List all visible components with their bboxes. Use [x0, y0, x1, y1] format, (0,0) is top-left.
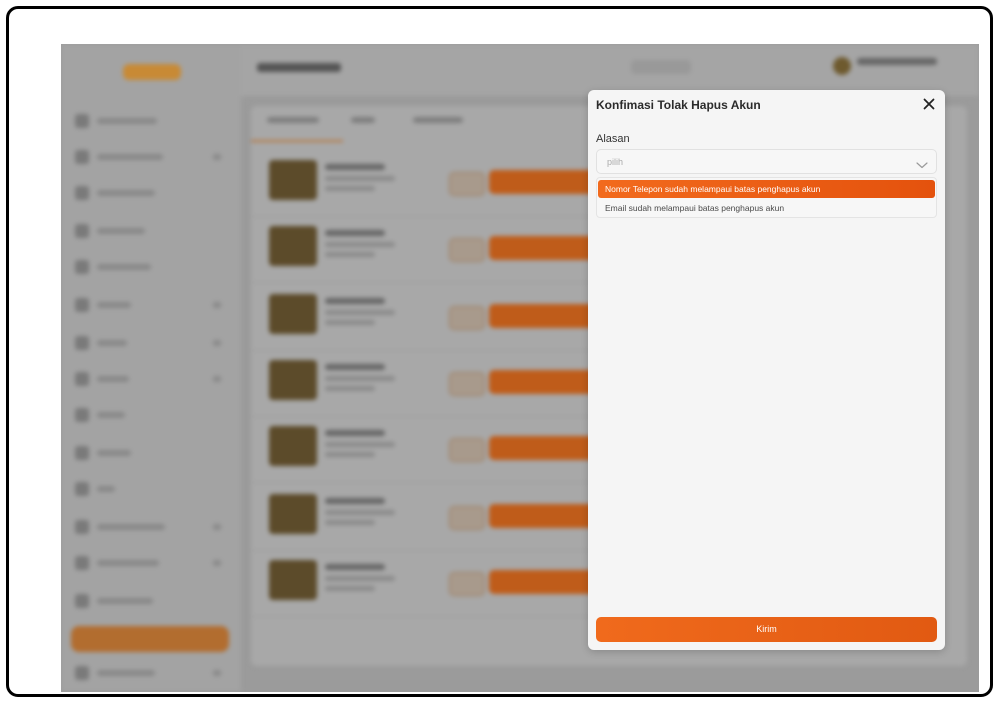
sidebar-item — [75, 556, 225, 570]
list-item — [251, 286, 601, 351]
top-header — [241, 44, 979, 96]
sidebar-item — [75, 114, 225, 128]
tab — [413, 117, 463, 123]
select-placeholder: pilih — [607, 157, 624, 167]
list-item — [251, 418, 601, 483]
user-name — [857, 58, 937, 65]
reason-select[interactable]: pilih — [596, 149, 937, 174]
reason-dropdown-menu: Nomor Telepon sudah melampaui batas peng… — [596, 177, 937, 218]
device-frame: Konfimasi Tolak Hapus Akun Alasan pilih … — [6, 6, 993, 697]
list-item — [251, 552, 601, 617]
logo — [123, 64, 181, 80]
tab-indicator — [251, 140, 343, 142]
submit-button[interactable]: Kirim — [596, 617, 937, 642]
sidebar-item — [75, 224, 225, 238]
sidebar-item — [75, 260, 225, 274]
chevron-down-icon — [916, 157, 928, 169]
list-item — [251, 352, 601, 417]
sidebar-item — [75, 336, 225, 350]
list-item — [251, 152, 601, 217]
avatar — [833, 57, 851, 75]
page-title — [257, 63, 341, 72]
sidebar-item — [75, 482, 225, 496]
list-item — [251, 218, 601, 283]
sidebar-item — [75, 408, 225, 422]
sidebar-item — [75, 446, 225, 460]
modal-title: Konfimasi Tolak Hapus Akun — [596, 98, 761, 112]
sidebar-item — [75, 372, 225, 386]
sidebar-item-active — [71, 626, 229, 652]
tab — [267, 117, 319, 123]
search-box — [631, 60, 691, 74]
sidebar-item — [75, 594, 225, 608]
reject-delete-account-modal: Konfimasi Tolak Hapus Akun Alasan pilih … — [588, 90, 945, 650]
reason-label: Alasan — [596, 133, 630, 145]
tab — [351, 117, 375, 123]
reason-option-phone[interactable]: Nomor Telepon sudah melampaui batas peng… — [598, 180, 935, 198]
reason-option-email[interactable]: Email sudah melampaui batas penghapus ak… — [598, 199, 935, 217]
sidebar-item — [75, 186, 225, 200]
sidebar-item — [75, 520, 225, 534]
sidebar-item — [75, 298, 225, 312]
list-item — [251, 486, 601, 551]
sidebar-item — [75, 150, 225, 164]
sidebar-item — [75, 666, 225, 680]
close-icon[interactable] — [921, 96, 937, 112]
